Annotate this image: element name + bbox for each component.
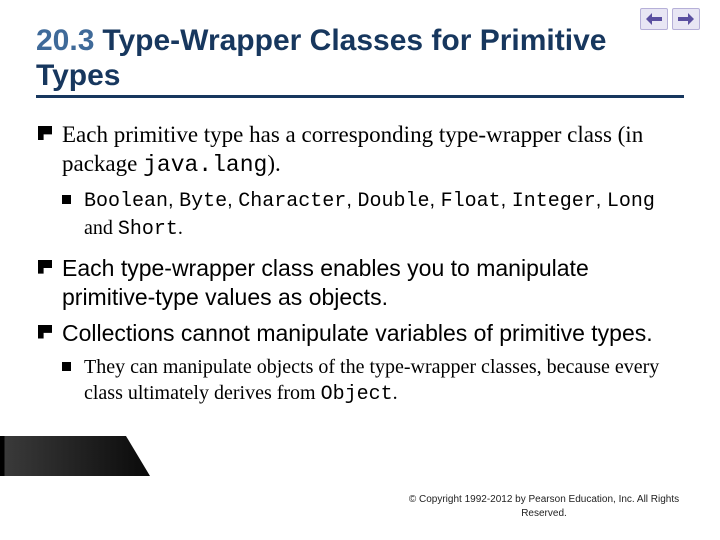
bullet-item: Each primitive type has a corresponding …: [36, 120, 684, 244]
arrow-left-icon: [646, 13, 662, 25]
bullet-item: Each type-wrapper class enables you to m…: [36, 254, 684, 313]
sub-item: Boolean, Byte, Character, Double, Float,…: [62, 187, 684, 244]
sub-list: Boolean, Byte, Character, Double, Float,…: [62, 187, 684, 244]
slide: 20.3Type-Wrapper Classes for Primitive T…: [0, 0, 720, 540]
nav-arrows: [640, 8, 700, 30]
section-number: 20.3: [36, 24, 94, 57]
bullet-text: Collections cannot manipulate variables …: [62, 320, 653, 346]
bullet-text: Each type-wrapper class enables you to m…: [62, 255, 589, 310]
next-button[interactable]: [672, 8, 700, 30]
decorative-accent: [0, 436, 150, 476]
bullet-item: Collections cannot manipulate variables …: [36, 319, 684, 409]
prev-button[interactable]: [640, 8, 668, 30]
copyright-text: © Copyright 1992-2012 by Pearson Educati…: [404, 493, 684, 520]
arrow-right-icon: [678, 13, 694, 25]
sub-list: They can manipulate objects of the type-…: [62, 354, 684, 409]
bullet-list: Each primitive type has a corresponding …: [36, 120, 684, 409]
title-text: Type-Wrapper Classes for Primitive Types: [36, 24, 606, 92]
slide-title: 20.3Type-Wrapper Classes for Primitive T…: [36, 24, 684, 98]
sub-item: They can manipulate objects of the type-…: [62, 354, 684, 409]
bullet-text: Each primitive type has a corresponding …: [62, 122, 643, 176]
